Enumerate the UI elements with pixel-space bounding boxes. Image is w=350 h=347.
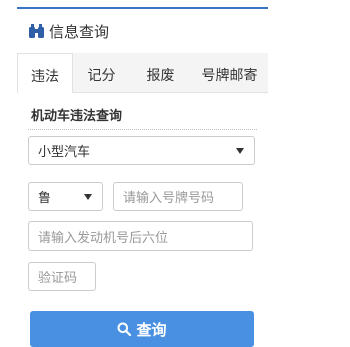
dropdown-caret-icon — [84, 194, 92, 200]
section-title: 机动车违法查询 — [31, 109, 123, 124]
tab-plate-mailing[interactable]: 号牌邮寄 — [191, 53, 268, 93]
tab-bar: 违法 记分 报废 号牌邮寄 — [17, 53, 268, 94]
vehicle-type-select[interactable]: 小型汽车 — [28, 136, 255, 165]
plate-number-placeholder: 请输入号牌号码 — [123, 191, 215, 206]
province-select[interactable]: 鲁 — [28, 182, 103, 211]
info-query-widget: 信息查询 违法 记分 报废 号牌邮寄 机动车违法查询 小型汽车 鲁 请输入号牌号… — [17, 7, 268, 347]
tab-points[interactable]: 记分 — [73, 53, 130, 93]
engine-number-input[interactable]: 请输入发动机号后六位 — [28, 221, 253, 251]
widget-title: 信息查询 — [49, 22, 110, 41]
captcha-input[interactable]: 验证码 — [28, 262, 96, 291]
search-icon — [117, 322, 132, 336]
section-divider — [28, 129, 257, 130]
province-value: 鲁 — [38, 191, 52, 206]
query-form: 机动车违法查询 小型汽车 鲁 请输入号牌号码 请输入发动机号后六位 验证码 查询 — [17, 93, 268, 347]
vehicle-type-value: 小型汽车 — [38, 145, 91, 160]
dropdown-caret-icon — [236, 148, 244, 154]
plate-number-input[interactable]: 请输入号牌号码 — [113, 182, 243, 211]
widget-header: 信息查询 — [17, 9, 268, 53]
tab-violation[interactable]: 违法 — [17, 53, 73, 94]
query-button[interactable]: 查询 — [30, 311, 254, 347]
engine-number-placeholder: 请输入发动机号后六位 — [38, 230, 169, 246]
binoculars-icon — [29, 23, 44, 38]
query-button-label: 查询 — [136, 320, 167, 339]
captcha-placeholder: 验证码 — [38, 271, 78, 286]
tab-scrap[interactable]: 报废 — [130, 53, 191, 93]
